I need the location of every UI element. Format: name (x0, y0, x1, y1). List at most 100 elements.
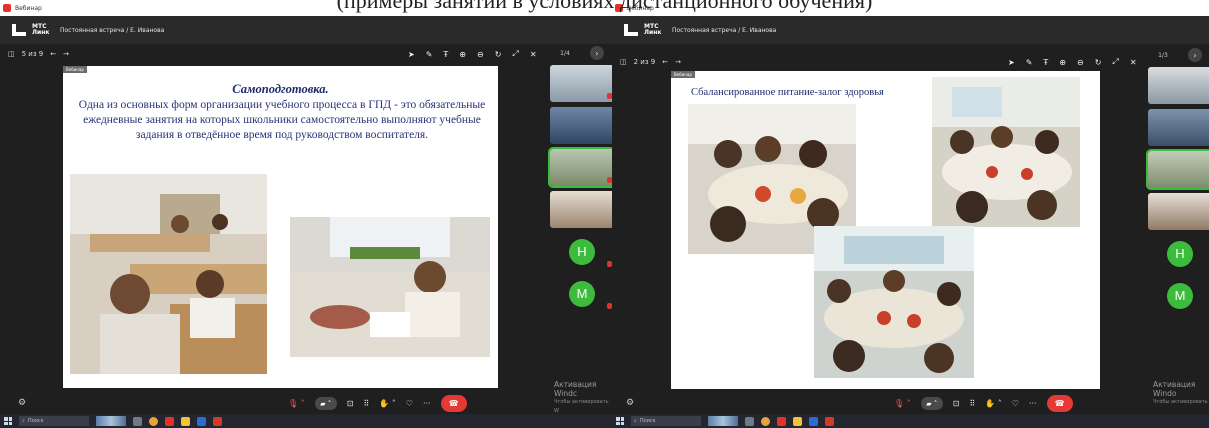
video-tile[interactable] (550, 65, 612, 102)
taskbar-app-icon[interactable] (165, 416, 174, 426)
taskbar-app-icon[interactable] (825, 416, 834, 426)
start-icon[interactable] (4, 417, 12, 425)
arrow-right-icon[interactable]: → (675, 58, 681, 66)
taskbar-app-icon[interactable] (197, 416, 206, 426)
video-tile[interactable] (1148, 67, 1209, 104)
participants-page: 1/4 (560, 49, 570, 57)
pen-icon[interactable]: ✎ (1026, 58, 1033, 67)
participants-icon[interactable]: ⠿ (969, 399, 975, 408)
reactions-icon[interactable]: ♡ (1012, 399, 1019, 408)
avatar: М (569, 280, 595, 307)
arrow-right-icon[interactable]: → (63, 50, 69, 58)
dining-photo-3-image (814, 226, 974, 378)
call-controls: 🎙︎ ˄ ▰ ˄ ⊡ ⠿ ✋ ˄ ♡ ··· ☎ (894, 395, 1073, 412)
taskbar-app-icon[interactable] (181, 416, 190, 426)
brand-name: МТС Линк (32, 23, 50, 36)
next-page-icon[interactable]: › (589, 46, 604, 60)
zoom-out-icon[interactable]: ⊖ (1077, 58, 1084, 67)
sidebar-toggle-icon[interactable]: ◫ (620, 58, 627, 66)
zoom-in-icon[interactable]: ⊕ (459, 50, 466, 59)
close-icon[interactable]: ✕ (530, 50, 537, 59)
reactions-icon[interactable]: ♡ (406, 399, 413, 408)
taskbar-search[interactable]: ⌕ Поиск (631, 416, 701, 426)
logo-icon (12, 24, 26, 36)
watermark-subtitle: Чтобы активировать (1153, 399, 1208, 405)
video-tile-speaking[interactable] (548, 147, 612, 188)
text-tool-icon[interactable]: Ŧ (443, 50, 448, 59)
page-counter: 2 из 9 (633, 58, 656, 66)
expand-icon[interactable]: ⤢ (1112, 57, 1118, 67)
presentation-toolbar: ◫ 5 из 9 ← → ➤ ✎ Ŧ ⊕ ⊖ ↻ ⤢ ✕ (8, 44, 548, 64)
meeting-title: Постоянная встреча / Е. Иванова (60, 26, 165, 34)
taskbar-thumbnail[interactable] (96, 416, 126, 426)
video-tile[interactable] (1148, 109, 1209, 146)
search-icon: ⌕ (634, 418, 637, 424)
student-photo-image (290, 217, 490, 357)
participant-avatar[interactable]: Н (1148, 235, 1209, 272)
reset-icon[interactable]: ↻ (1095, 58, 1102, 67)
zoom-out-icon[interactable]: ⊖ (477, 50, 484, 59)
taskbar-app-icon[interactable] (777, 416, 786, 426)
dining-photo-2 (932, 77, 1080, 227)
taskbar-app-icon[interactable] (809, 416, 818, 426)
taskbar-app-icon[interactable] (213, 416, 222, 426)
watermark-title: Активация Windc (554, 380, 597, 398)
close-icon[interactable]: ✕ (1130, 58, 1137, 67)
taskbar-thumbnail[interactable] (708, 416, 738, 426)
page-counter: 5 из 9 (21, 50, 44, 58)
more-icon[interactable]: ··· (423, 399, 431, 408)
windows-taskbar: ⌕ Поиск (0, 414, 612, 428)
taskbar-app-icon[interactable] (149, 416, 158, 426)
video-tile[interactable] (550, 191, 612, 228)
pen-icon[interactable]: ✎ (426, 50, 433, 59)
video-tile-speaking[interactable] (1146, 149, 1209, 190)
more-icon[interactable]: ··· (1029, 399, 1037, 408)
cursor-icon[interactable]: ➤ (1008, 58, 1015, 67)
hand-icon[interactable]: ✋ ˄ (379, 399, 396, 408)
screen-share-icon[interactable]: ⊡ (347, 399, 354, 408)
text-tool-icon[interactable]: Ŧ (1043, 58, 1048, 67)
taskbar-app-icon[interactable] (133, 416, 142, 426)
video-tile[interactable] (550, 107, 612, 144)
dining-photo-2-image (932, 77, 1080, 227)
caption: (примеры занятий в условиях дистанционно… (0, 0, 1209, 18)
brand-name: МТС Линк (644, 23, 662, 36)
camera-icon[interactable]: ▰ ˄ (920, 397, 943, 410)
mic-off-icon[interactable]: 🎙︎ ˄ (894, 399, 911, 408)
taskbar-app-icon[interactable] (761, 416, 770, 426)
settings-icon[interactable]: ⚙ (18, 398, 26, 408)
expand-icon[interactable]: ⤢ (512, 49, 518, 59)
left-screenshot: Вебинар МТС Линк Постоянная встреча / Е.… (0, 0, 612, 428)
activation-watermark: Активация Windo Чтобы активировать (1153, 380, 1209, 407)
taskbar-app-icon[interactable] (793, 416, 802, 426)
slide-badge: Вебинар (671, 71, 695, 78)
taskbar-app-icon[interactable] (745, 416, 754, 426)
meeting-title: Постоянная встреча / Е. Иванова (672, 26, 777, 34)
avatar: Н (569, 238, 595, 265)
screen-share-icon[interactable]: ⊡ (953, 399, 960, 408)
zoom-in-icon[interactable]: ⊕ (1059, 58, 1066, 67)
hand-icon[interactable]: ✋ ˄ (985, 399, 1002, 408)
reset-icon[interactable]: ↻ (495, 50, 502, 59)
arrow-left-icon[interactable]: ← (50, 50, 56, 58)
sidebar-toggle-icon[interactable]: ◫ (8, 50, 15, 58)
participant-avatar[interactable]: Н (550, 233, 612, 270)
taskbar-search[interactable]: ⌕ Поиск (19, 416, 89, 426)
participants-icon[interactable]: ⠿ (363, 399, 369, 408)
participant-avatar[interactable]: М (1148, 277, 1209, 314)
dining-photo-3 (814, 226, 974, 378)
hangup-icon[interactable]: ☎ (1046, 395, 1073, 412)
meeting-header: МТС Линк Постоянная встреча / Е. Иванова (612, 16, 1209, 44)
cursor-icon[interactable]: ➤ (408, 50, 415, 59)
arrow-left-icon[interactable]: ← (662, 58, 668, 66)
hangup-icon[interactable]: ☎ (440, 395, 467, 412)
next-page-icon[interactable]: › (1187, 48, 1202, 62)
camera-icon[interactable]: ▰ ˄ (314, 397, 337, 410)
mic-off-icon[interactable]: 🎙︎ ˄ (288, 399, 305, 408)
search-icon: ⌕ (22, 418, 25, 424)
video-tile[interactable] (1148, 193, 1209, 230)
settings-icon[interactable]: ⚙ (626, 398, 634, 408)
participants-sidebar: 1/3 › Н М (1146, 48, 1209, 314)
start-icon[interactable] (616, 417, 624, 425)
participant-avatar[interactable]: М (550, 275, 612, 312)
